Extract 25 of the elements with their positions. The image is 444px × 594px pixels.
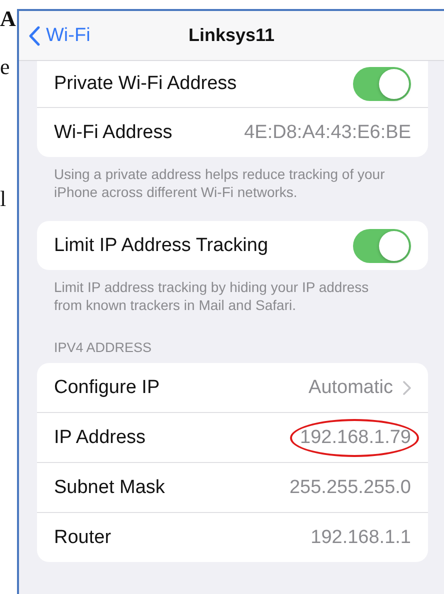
setting-label: Private Wi-Fi Address [54,73,238,95]
setting-value: 192.168.1.1 [310,526,411,548]
setting-label: Wi-Fi Address [54,122,174,144]
setting-label: Limit IP Address Tracking [54,234,270,256]
back-button[interactable]: Wi-Fi [29,24,90,46]
setting-value: 255.255.255.0 [289,476,411,498]
section-footer: Using a private address helps reduce tracking of your iPhone across different Wi-Fi networks. [37,157,428,201]
setting-label: Subnet Mask [54,476,166,498]
document-text: l [0,186,8,212]
setting-value: 192.168.1.79 [300,426,411,448]
document-text: A [0,6,17,32]
setting-value: Automatic [308,376,393,398]
nav-title: Linksys11 [188,25,275,45]
chevron-icon [403,380,411,394]
toggle-switch[interactable] [353,67,411,101]
document-text: e [0,54,11,80]
section-footer: Limit IP address tracking by hiding your IP address from known trackers in Mail and Safari. [37,270,428,314]
setting-label: IP Address [54,426,147,448]
section-header: IPV4 ADDRESS [53,339,153,357]
back-chevron-icon [29,26,40,46]
setting-label: Configure IP [54,376,161,398]
settings-row[interactable]: Configure IP Automatic [37,363,428,412]
setting-value: 4E:D8:A4:43:E6:BE [244,122,411,142]
toggle-switch[interactable] [353,228,411,262]
setting-label: Router [54,526,112,548]
